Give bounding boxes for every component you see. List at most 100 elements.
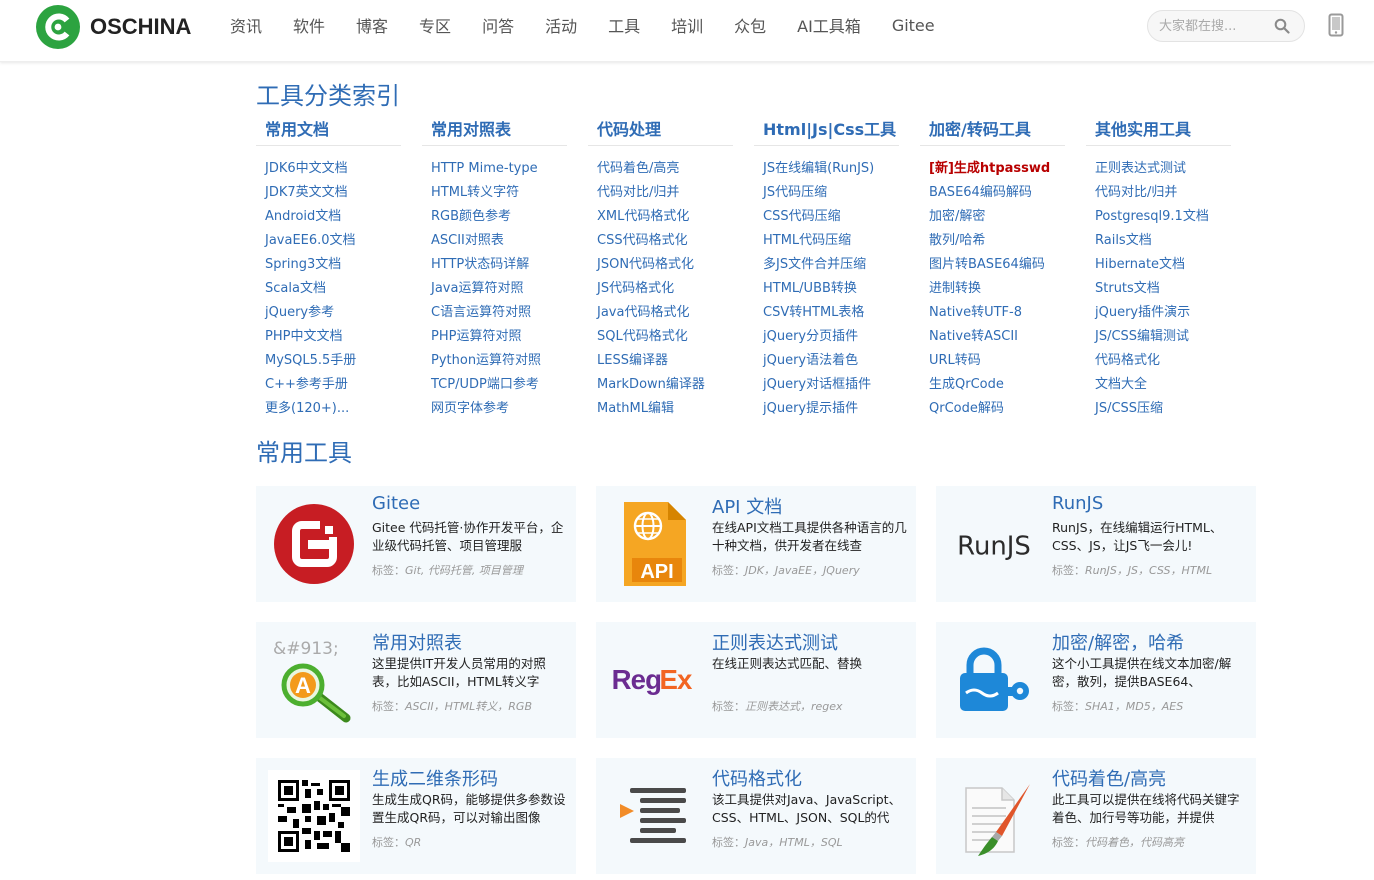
- category-link[interactable]: 代码格式化: [1095, 353, 1160, 368]
- tool-card-gitee[interactable]: Gitee Gitee 代码托管·协作开发平台，企业级代码托管、项目管理服 标签…: [256, 486, 576, 602]
- category-link[interactable]: ASCII对照表: [431, 233, 504, 248]
- tool-card-title[interactable]: API 文档: [712, 493, 782, 519]
- category-link[interactable]: 代码着色/高亮: [597, 161, 679, 176]
- tool-card-title[interactable]: 加密/解密，哈希: [1052, 629, 1184, 655]
- category-link[interactable]: HTML/UBB转换: [763, 281, 857, 296]
- category-link[interactable]: Android文档: [265, 209, 341, 224]
- category-link[interactable]: 多JS文件合并压缩: [763, 257, 866, 272]
- search-input[interactable]: [1148, 11, 1266, 41]
- category-link[interactable]: 生成QrCode: [929, 377, 1004, 392]
- category-link[interactable]: Struts文档: [1095, 281, 1160, 296]
- nav-item-gitee[interactable]: Gitee: [892, 16, 935, 35]
- category-link[interactable]: URL转码: [929, 353, 981, 368]
- tool-card-code-format[interactable]: 代码格式化 该工具提供对Java、JavaScript、CSS、HTML、JSO…: [596, 758, 916, 874]
- category-link[interactable]: QrCode解码: [929, 401, 1004, 416]
- nav-item-ai-toolbox[interactable]: AI工具箱: [797, 13, 861, 37]
- category-link[interactable]: JS在线编辑(RunJS): [763, 161, 874, 176]
- nav-item-zone[interactable]: 专区: [419, 13, 451, 37]
- category-link[interactable]: 图片转BASE64编码: [929, 257, 1045, 272]
- category-link[interactable]: 代码对比/归并: [1095, 185, 1177, 200]
- category-link[interactable]: PHP运算符对照: [431, 329, 521, 344]
- category-link[interactable]: JavaEE6.0文档: [265, 233, 356, 248]
- tool-card-reference-tables[interactable]: &#913; A 常用对照表 这里提供IT开发人员常用的对照表，比如ASCII，…: [256, 622, 576, 738]
- category-link[interactable]: Native转ASCII: [929, 329, 1018, 344]
- tool-card-title[interactable]: RunJS: [1052, 493, 1103, 514]
- category-link[interactable]: HTML代码压缩: [763, 233, 851, 248]
- category-link[interactable]: JS/CSS压缩: [1095, 401, 1163, 416]
- category-link[interactable]: JS代码压缩: [763, 185, 827, 200]
- category-link[interactable]: RGB颜色参考: [431, 209, 511, 224]
- category-link[interactable]: Postgresql9.1文档: [1095, 209, 1209, 224]
- tool-card-title[interactable]: 生成二维条形码: [372, 765, 498, 791]
- category-link[interactable]: JS/CSS编辑测试: [1095, 329, 1189, 344]
- category-link[interactable]: XML代码格式化: [597, 209, 689, 224]
- nav-item-qa[interactable]: 问答: [482, 13, 514, 37]
- category-link[interactable]: jQuery插件演示: [1095, 305, 1190, 320]
- category-link[interactable]: CSS代码压缩: [763, 209, 841, 224]
- nav-item-training[interactable]: 培训: [671, 13, 703, 37]
- category-link[interactable]: PHP中文文档: [265, 329, 342, 344]
- category-link[interactable]: Scala文档: [265, 281, 326, 296]
- new-htpasswd-link[interactable]: [新]生成htpasswd: [929, 161, 1050, 176]
- category-link[interactable]: 网页字体参考: [431, 401, 509, 416]
- category-link[interactable]: JSON代码格式化: [597, 257, 694, 272]
- category-link[interactable]: Java代码格式化: [597, 305, 689, 320]
- tool-card-qrcode[interactable]: 生成二维条形码 生成生成QR码，能够提供多参数设置生成QR码，可以对输出图像 标…: [256, 758, 576, 874]
- category-link[interactable]: C语言运算符对照: [431, 305, 531, 320]
- category-link[interactable]: 散列/哈希: [929, 233, 985, 248]
- tool-card-title[interactable]: 正则表达式测试: [712, 629, 838, 655]
- category-link[interactable]: LESS编译器: [597, 353, 668, 368]
- tool-card-title[interactable]: 常用对照表: [372, 629, 462, 655]
- tool-card-regex[interactable]: Reg Ex 正则表达式测试 在线正则表达式匹配、替换 标签：正则表达式，reg…: [596, 622, 916, 738]
- category-link[interactable]: JS代码格式化: [597, 281, 674, 296]
- oschina-logo[interactable]: OSCHINA: [36, 5, 196, 49]
- nav-item-crowdsourcing[interactable]: 众包: [734, 13, 766, 37]
- category-link[interactable]: 代码对比/归并: [597, 185, 679, 200]
- search-icon[interactable]: [1274, 18, 1290, 34]
- category-link[interactable]: MySQL5.5手册: [265, 353, 356, 368]
- category-link[interactable]: jQuery对话框插件: [763, 377, 871, 392]
- category-link[interactable]: HTTP Mime-type: [431, 161, 538, 176]
- category-link[interactable]: Python运算符对照: [431, 353, 541, 368]
- category-link[interactable]: jQuery提示插件: [763, 401, 858, 416]
- category-link[interactable]: BASE64编码解码: [929, 185, 1032, 200]
- tool-card-api-docs[interactable]: API API 文档 在线API文档工具提供各种语言的几十种文档，供开发者在线查…: [596, 486, 916, 602]
- category-link[interactable]: CSS代码格式化: [597, 233, 688, 248]
- category-link[interactable]: JDK7英文文档: [265, 185, 348, 200]
- category-link[interactable]: Java运算符对照: [431, 281, 523, 296]
- category-link[interactable]: jQuery分页插件: [763, 329, 858, 344]
- category-link[interactable]: 加密/解密: [929, 209, 985, 224]
- nav-item-blog[interactable]: 博客: [356, 13, 388, 37]
- tool-card-runjs[interactable]: RunJS RunJS RunJS，在线编辑运行HTML、CSS、JS，让JS飞…: [936, 486, 1256, 602]
- category-link[interactable]: 进制转换: [929, 281, 981, 296]
- tool-card-encrypt-decrypt[interactable]: 加密/解密，哈希 这个小工具提供在线文本加密/解密，散列，提供BASE64、 标…: [936, 622, 1256, 738]
- nav-item-events[interactable]: 活动: [545, 13, 577, 37]
- tag-label: 标签：: [712, 700, 745, 713]
- category-link[interactable]: C++参考手册: [265, 377, 348, 392]
- category-link[interactable]: HTML转义字符: [431, 185, 519, 200]
- category-link[interactable]: MathML编辑: [597, 401, 674, 416]
- category-link[interactable]: Hibernate文档: [1095, 257, 1185, 272]
- category-link[interactable]: 文档大全: [1095, 377, 1147, 392]
- nav-item-tools[interactable]: 工具: [608, 13, 640, 37]
- category-link[interactable]: Native转UTF-8: [929, 305, 1022, 320]
- category-link[interactable]: SQL代码格式化: [597, 329, 688, 344]
- tool-card-title[interactable]: Gitee: [372, 493, 420, 514]
- category-link[interactable]: jQuery参考: [265, 305, 334, 320]
- category-link[interactable]: jQuery语法着色: [763, 353, 858, 368]
- tool-card-title[interactable]: 代码格式化: [712, 765, 802, 791]
- category-link[interactable]: 正则表达式测试: [1095, 161, 1186, 176]
- category-link[interactable]: Spring3文档: [265, 257, 341, 272]
- category-link[interactable]: TCP/UDP端口参考: [431, 377, 539, 392]
- tool-card-code-highlight[interactable]: 代码着色/高亮 此工具可以提供在线将代码关键字着色、加行号等功能，并提供 标签：…: [936, 758, 1256, 874]
- category-link[interactable]: CSV转HTML表格: [763, 305, 864, 320]
- category-link[interactable]: MarkDown编译器: [597, 377, 705, 392]
- mobile-phone-icon[interactable]: [1328, 13, 1344, 37]
- category-link[interactable]: HTTP状态码详解: [431, 257, 529, 272]
- category-link[interactable]: Rails文档: [1095, 233, 1152, 248]
- tool-card-title[interactable]: 代码着色/高亮: [1052, 765, 1166, 791]
- category-more-link[interactable]: 更多(120+)...: [265, 401, 349, 416]
- nav-item-news[interactable]: 资讯: [230, 13, 262, 37]
- nav-item-software[interactable]: 软件: [293, 13, 325, 37]
- category-link[interactable]: JDK6中文文档: [265, 161, 348, 176]
